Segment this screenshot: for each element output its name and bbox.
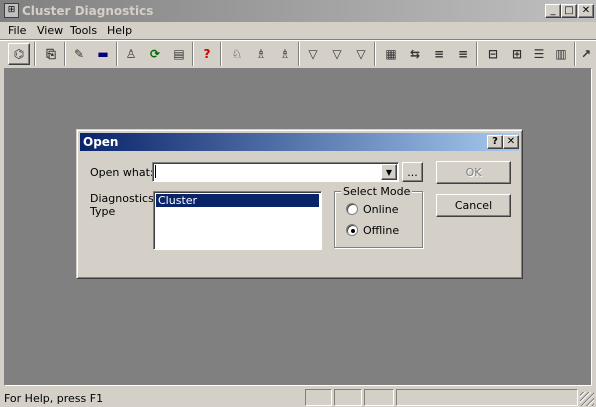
toolbar-find-next-icon[interactable]: ♗ xyxy=(250,43,272,65)
toolbar-hierarchy-icon[interactable]: ♙ xyxy=(120,43,142,65)
toolbar-filter-edit-icon[interactable]: ▽ xyxy=(326,43,348,65)
size-grip-icon[interactable] xyxy=(580,392,594,406)
toolbar-bar-icon[interactable]: ▬ xyxy=(92,43,114,65)
toolbar-filter-clear-icon[interactable]: ▽ xyxy=(350,43,372,65)
menu-help[interactable]: Help xyxy=(107,24,132,37)
dialog-help-button[interactable]: ? xyxy=(487,135,503,149)
menu-separator xyxy=(0,39,596,41)
toolbar-help-icon[interactable]: ? xyxy=(196,43,218,65)
combobox-dropdown-button[interactable]: ▼ xyxy=(381,164,397,180)
toolbar-separator xyxy=(374,42,376,66)
toolbar-sum-up-icon[interactable]: ≡ xyxy=(452,43,474,65)
offline-radio-button[interactable] xyxy=(346,224,358,236)
online-radio-button[interactable] xyxy=(346,203,358,215)
toolbar-refresh-icon[interactable]: ⟳ xyxy=(144,43,166,65)
online-label: Online xyxy=(363,203,399,216)
toolbar-separator xyxy=(64,42,66,66)
cancel-button[interactable]: Cancel xyxy=(436,194,511,217)
ok-button[interactable]: OK xyxy=(436,161,511,184)
toolbar-sum-down-icon[interactable]: ≡ xyxy=(428,43,450,65)
text-cursor xyxy=(155,165,156,178)
menu-file[interactable]: File xyxy=(8,24,26,37)
toolbar-save-icon[interactable]: ▤ xyxy=(168,43,190,65)
open-what-combobox[interactable]: ▼ xyxy=(152,162,399,182)
app-icon: ⊞ xyxy=(4,3,19,18)
toolbar-filter-icon[interactable]: ▽ xyxy=(302,43,324,65)
menu-tools[interactable]: Tools xyxy=(70,24,97,37)
toolbar-separator xyxy=(298,42,300,66)
toolbar-separator xyxy=(34,42,36,66)
status-pane xyxy=(396,389,578,406)
toolbar-separator xyxy=(116,42,118,66)
status-pane xyxy=(334,389,362,406)
open-what-label: Open what: xyxy=(90,166,154,179)
radio-selected-dot xyxy=(351,229,355,233)
toolbar-list-icon[interactable]: ☰ xyxy=(528,43,550,65)
dialog-title: Open xyxy=(83,135,119,149)
toolbar-separator xyxy=(476,42,478,66)
maximize-button[interactable]: □ xyxy=(561,4,577,18)
online-radio[interactable]: Online xyxy=(346,203,416,217)
status-pane xyxy=(364,389,394,406)
close-button[interactable]: ✕ xyxy=(578,4,594,18)
offline-label: Offline xyxy=(363,224,400,237)
chevron-down-icon: ▼ xyxy=(385,167,393,177)
minimize-button[interactable]: _ xyxy=(545,4,561,18)
toolbar-separator xyxy=(192,42,194,66)
toolbar-sort-icon[interactable]: ⇆ xyxy=(404,43,426,65)
diagnostics-type-list[interactable]: Cluster xyxy=(153,191,322,250)
offline-radio[interactable]: Offline xyxy=(346,224,416,238)
dialog-close-button[interactable]: ✕ xyxy=(503,135,519,149)
status-text: For Help, press F1 xyxy=(4,392,104,405)
dialog-title-bar[interactable]: Open ? ✕ xyxy=(80,133,519,151)
toolbar-find-icon[interactable]: ♘ xyxy=(226,43,248,65)
toolbar-separator xyxy=(220,42,222,66)
window-title: Cluster Diagnostics xyxy=(22,4,154,18)
toolbar-columns-icon[interactable]: ▥ xyxy=(550,43,572,65)
toolbar-arrow-icon[interactable]: ↗ xyxy=(578,43,594,65)
browse-button[interactable]: ... xyxy=(402,162,423,182)
list-item[interactable]: Cluster xyxy=(156,194,319,207)
diagnostics-type-label: Diagnostics Type xyxy=(90,192,154,218)
toolbar-chart-icon[interactable]: ▦ xyxy=(380,43,402,65)
window-title-bar[interactable]: ⊞ Cluster Diagnostics _ □ ✕ xyxy=(0,0,596,22)
menu-view[interactable]: View xyxy=(37,24,63,37)
toolbar-copy-icon[interactable]: ⎘ xyxy=(40,43,62,65)
toolbar-connect-icon[interactable]: ⌬ xyxy=(8,43,30,65)
select-mode-label: Select Mode xyxy=(341,185,413,198)
toolbar-properties-icon[interactable]: ✎ xyxy=(68,43,90,65)
toolbar-collapse-icon[interactable]: ⊟ xyxy=(482,43,504,65)
toolbar-find-prev-icon[interactable]: ♗ xyxy=(274,43,296,65)
status-pane xyxy=(305,389,332,406)
toolbar-expand-icon[interactable]: ⊞ xyxy=(506,43,528,65)
toolbar-separator xyxy=(574,42,576,66)
select-mode-group xyxy=(334,191,423,248)
open-dialog: Open ? ✕ Open what: ▼ ... OK Cancel Diag… xyxy=(76,129,523,279)
